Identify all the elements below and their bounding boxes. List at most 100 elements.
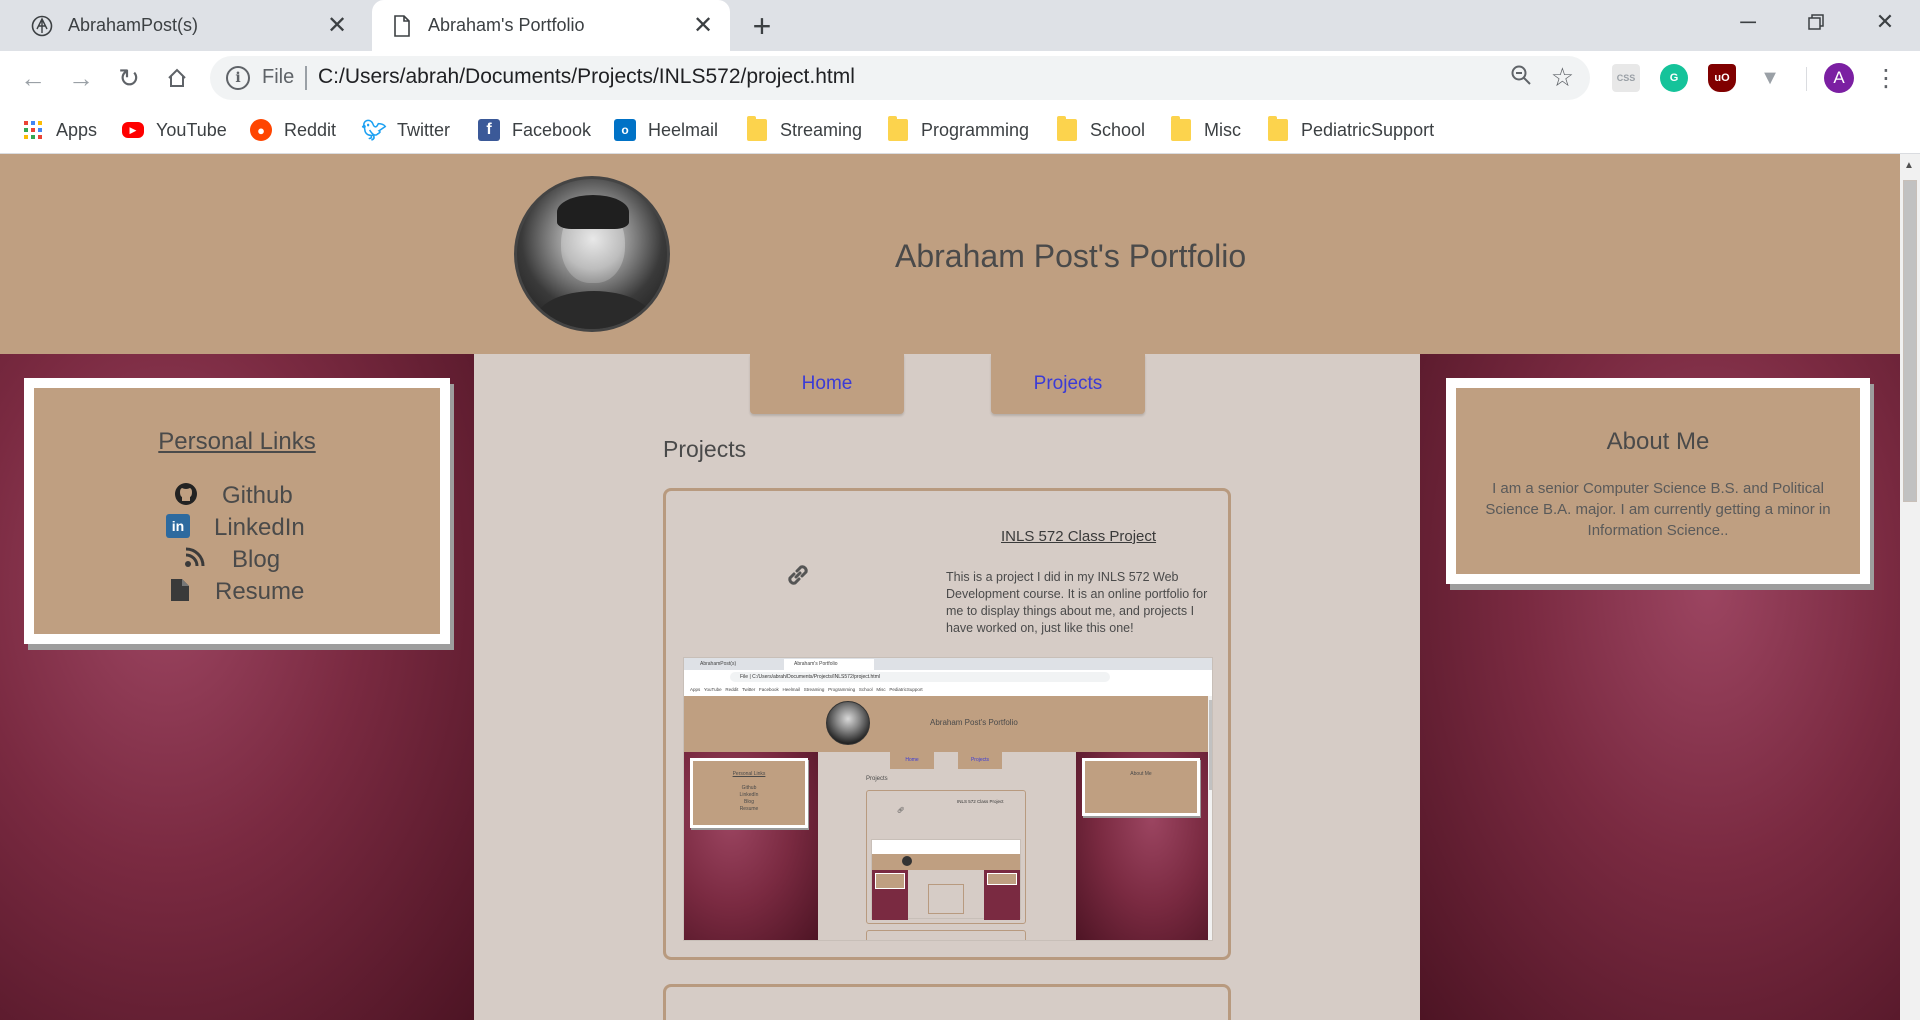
project-description: This is a project I did in my INLS 572 W… [946, 570, 1208, 635]
link-label: Blog [232, 546, 281, 573]
url-scheme: File [262, 66, 295, 88]
youtube-icon: ▶ [122, 122, 144, 138]
home-icon [168, 68, 186, 87]
nav-home[interactable]: Home [750, 354, 904, 414]
bookmark-label: Misc [1204, 119, 1241, 140]
blog-icon [182, 546, 206, 570]
profile-avatar[interactable]: A [1824, 63, 1854, 93]
projects-heading: Projects [663, 436, 747, 462]
github-icon [174, 482, 198, 506]
link-github[interactable]: Github [34, 482, 440, 512]
site-header: Abraham Post's Portfolio [0, 154, 1900, 354]
folder-icon [746, 116, 768, 141]
ublock-icon[interactable]: uO [1708, 64, 1736, 92]
personal-links-heading: Personal Links [158, 428, 316, 455]
scroll-up-icon[interactable]: ▲ [1904, 160, 1914, 171]
project-card: INLS 572 Class Project This is a project… [663, 488, 1231, 960]
url-separator [305, 66, 307, 90]
link-label: Resume [215, 578, 305, 605]
info-icon[interactable]: i [226, 66, 250, 90]
bookmark-youtube[interactable]: ▶ YouTube [122, 116, 227, 144]
grammarly-icon[interactable]: G [1660, 64, 1688, 92]
restore-button[interactable] [1786, 0, 1846, 44]
bookmark-twitter[interactable]: 🐦︎ Twitter [361, 116, 451, 144]
project-screenshot: AbrahamPost(s) Abraham's Portfolio File … [683, 657, 1213, 941]
back-button[interactable]: ← [14, 59, 52, 97]
close-tab-icon[interactable]: ✕ [322, 11, 352, 41]
bookmark-folder-misc[interactable]: Misc [1170, 116, 1241, 144]
bookmark-folder-programming[interactable]: Programming [887, 116, 1029, 144]
tab-abrahampost[interactable]: AbrahamPost(s) ✕ [14, 0, 364, 51]
bookmark-folder-pediatricsupport[interactable]: PediatricSupport [1267, 116, 1434, 144]
link-linkedin[interactable]: in LinkedIn [34, 514, 440, 544]
bookmark-label: PediatricSupport [1301, 119, 1435, 140]
bookmark-apps[interactable]: Apps [22, 116, 97, 144]
close-window-button[interactable]: ✕ [1855, 0, 1915, 44]
link-label: LinkedIn [214, 514, 305, 541]
apps-grid-icon [22, 119, 44, 141]
personal-links-card: Personal Links Github in LinkedIn Blog R… [24, 378, 450, 644]
bookmark-label: School [1090, 119, 1146, 140]
page-viewport: Abraham Post's Portfolio Personal Links … [0, 154, 1900, 1020]
bookmark-folder-streaming[interactable]: Streaming [746, 116, 862, 144]
profile-photo [514, 176, 670, 332]
bookmark-label: Reddit [284, 119, 337, 140]
bookmark-star-icon[interactable]: ☆ [1551, 62, 1574, 93]
tab-portfolio[interactable]: Abraham's Portfolio ✕ [372, 0, 730, 51]
restore-icon [1808, 14, 1824, 30]
twitter-icon: 🐦︎ [361, 119, 387, 142]
site-logo-icon [30, 14, 54, 38]
reload-button[interactable]: ↻ [110, 59, 148, 97]
vue-devtools-icon[interactable]: ▼ [1756, 64, 1784, 92]
about-me-card: About Me I am a senior Computer Science … [1446, 378, 1870, 584]
document-icon [168, 578, 192, 602]
toolbar-divider [1806, 67, 1807, 91]
page-icon [390, 14, 414, 38]
folder-icon [1056, 116, 1078, 141]
project-title[interactable]: INLS 572 Class Project [1001, 528, 1156, 545]
linkedin-icon: in [166, 514, 190, 538]
link-label: Github [222, 482, 293, 509]
bookmark-facebook[interactable]: f Facebook [478, 116, 591, 144]
bookmark-label: Heelmail [648, 119, 719, 140]
css-viewer-icon[interactable]: CSS [1612, 64, 1640, 92]
folder-icon [887, 116, 909, 141]
forward-button[interactable]: → [62, 59, 100, 97]
address-bar[interactable]: i File C:/Users/abrah/Documents/Projects… [210, 56, 1590, 100]
bookmark-label: Twitter [397, 119, 451, 140]
bookmark-folder-school[interactable]: School [1056, 116, 1145, 144]
menu-kebab-icon[interactable]: ⋮ [1874, 61, 1898, 95]
bookmark-label: Apps [56, 119, 98, 140]
site-title: Abraham Post's Portfolio [895, 238, 1247, 274]
tab-title: Abraham's Portfolio [428, 15, 585, 35]
link-blog[interactable]: Blog [34, 546, 440, 576]
tab-title: AbrahamPost(s) [68, 15, 199, 35]
about-me-text: I am a senior Computer Science B.S. and … [1485, 480, 1831, 539]
facebook-icon: f [478, 119, 500, 141]
nav-projects[interactable]: Projects [991, 354, 1145, 414]
bookmark-heelmail[interactable]: o Heelmail [614, 116, 718, 144]
folder-icon [1267, 116, 1289, 141]
minimize-button[interactable]: ─ [1718, 0, 1778, 44]
link-resume[interactable]: Resume [34, 578, 440, 608]
bookmark-label: YouTube [156, 119, 227, 140]
bookmarks-bar: Apps ▶ YouTube ● Reddit 🐦︎ Twitter f Fac… [0, 106, 1920, 154]
link-icon[interactable] [784, 561, 812, 594]
outlook-icon: o [614, 119, 636, 141]
new-tab-button[interactable]: + [744, 8, 780, 44]
reddit-icon: ● [250, 119, 272, 141]
zoom-icon[interactable] [1510, 64, 1532, 92]
about-me-heading: About Me [1606, 428, 1710, 455]
browser-toolbar: ← → ↻ i File C:/Users/abrah/Documents/Pr… [0, 51, 1920, 106]
project-card [663, 984, 1231, 1020]
scrollbar-thumb[interactable] [1903, 180, 1917, 502]
home-button[interactable] [158, 59, 196, 97]
folder-icon [1170, 116, 1192, 141]
bookmark-label: Programming [921, 119, 1030, 140]
bookmark-reddit[interactable]: ● Reddit [250, 116, 336, 144]
url-text[interactable]: C:/Users/abrah/Documents/Projects/INLS57… [318, 65, 855, 89]
page-scrollbar[interactable]: ▲ [1900, 154, 1920, 1020]
bookmark-label: Streaming [780, 119, 863, 140]
close-tab-icon[interactable]: ✕ [688, 11, 718, 41]
bookmark-label: Facebook [512, 119, 592, 140]
